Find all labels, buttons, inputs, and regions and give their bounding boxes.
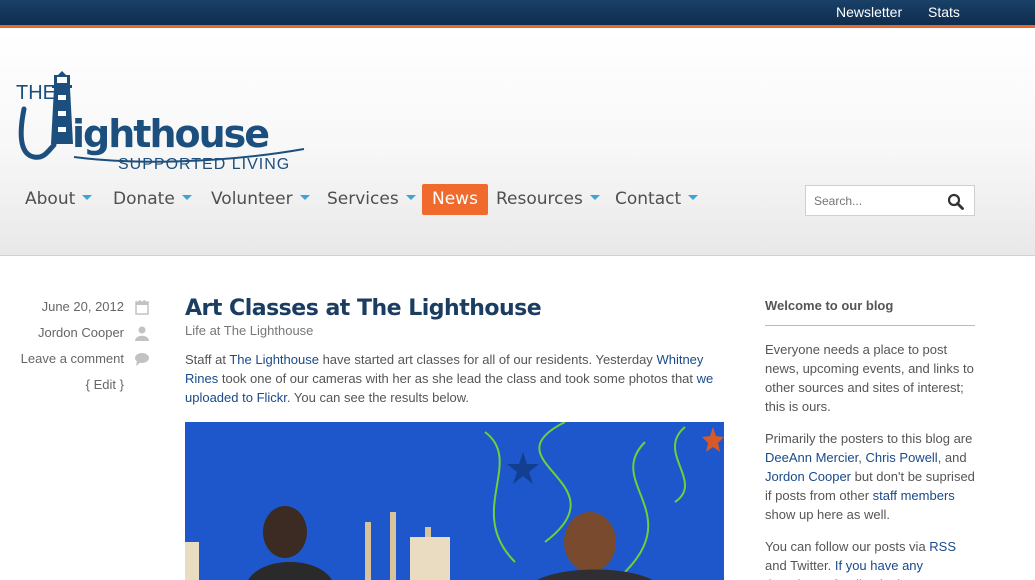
post-body: Staff at The Lighthouse have started art… xyxy=(185,350,725,407)
leave-comment-link[interactable]: Leave a comment xyxy=(21,351,124,366)
nav-item-label: Volunteer xyxy=(211,189,293,209)
sidebar-follow: You can follow our posts via RSS and Twi… xyxy=(765,537,975,580)
search-icon[interactable] xyxy=(947,193,964,210)
nav-item-services[interactable]: Services xyxy=(327,184,416,215)
nav-item-label: Services xyxy=(327,189,399,209)
nav-item-label: Resources xyxy=(496,189,583,209)
jordon-cooper-link[interactable]: Jordon Cooper xyxy=(765,469,851,484)
search-input[interactable] xyxy=(806,186,936,215)
svg-text:THE: THE xyxy=(16,82,56,104)
nav-item-label: News xyxy=(432,189,478,209)
post-photo[interactable] xyxy=(185,422,724,580)
post-title[interactable]: Art Classes at The Lighthouse xyxy=(185,296,542,321)
nav-item-news[interactable]: News xyxy=(422,184,488,215)
body-text: have started art classes for all of our … xyxy=(318,352,657,367)
edit-link[interactable]: Edit xyxy=(94,377,116,392)
comment-icon xyxy=(135,353,149,366)
nav-item-donate[interactable]: Donate xyxy=(113,184,192,215)
sidebar: Welcome to our blog Everyone needs a pla… xyxy=(765,296,975,580)
chevron-down-icon xyxy=(589,194,600,200)
lighthouse-link[interactable]: The Lighthouse xyxy=(229,352,319,367)
edit-brace-open: { xyxy=(85,377,94,392)
body-text: took one of our cameras with her as she … xyxy=(218,371,697,386)
chevron-down-icon xyxy=(405,194,416,200)
site-header: THE ighthouse SUPPORTED LIVING About Don… xyxy=(0,31,1035,256)
nav-item-about[interactable]: About xyxy=(25,184,93,215)
edit-wrapper: { Edit } xyxy=(86,377,124,392)
sidebar-intro: Everyone needs a place to post news, upc… xyxy=(765,342,974,414)
nav-item-contact[interactable]: Contact xyxy=(615,184,699,215)
edit-brace-close: } xyxy=(116,377,124,392)
post-date: June 20, 2012 xyxy=(41,299,124,314)
art-class-photo xyxy=(185,422,724,580)
nav-item-label: Contact xyxy=(615,189,682,209)
site-logo[interactable]: THE ighthouse SUPPORTED LIVING xyxy=(14,69,314,173)
top-bar: Newsletter Stats xyxy=(0,0,1035,28)
lighthouse-logo-graphic: THE ighthouse SUPPORTED LIVING xyxy=(16,71,305,173)
calendar-icon xyxy=(135,300,149,315)
sidebar-text: show up here as well. xyxy=(765,507,891,522)
search-box xyxy=(805,185,975,216)
sidebar-text: Primarily the posters to this blog are xyxy=(765,431,973,446)
user-icon xyxy=(135,326,149,341)
nav-item-label: Donate xyxy=(113,189,175,209)
stats-link[interactable]: Stats xyxy=(928,4,960,20)
svg-text:SUPPORTED LIVING: SUPPORTED LIVING xyxy=(118,156,290,173)
chevron-down-icon xyxy=(181,194,192,200)
nav-item-resources[interactable]: Resources xyxy=(496,184,600,215)
nav-item-volunteer[interactable]: Volunteer xyxy=(211,184,310,215)
body-text: Staff at xyxy=(185,352,230,367)
deeann-mercier-link[interactable]: DeeAnn Mercier xyxy=(765,450,858,465)
chris-powell-link[interactable]: Chris Powell xyxy=(865,450,937,465)
sidebar-heading: Welcome to our blog xyxy=(765,296,975,326)
sidebar-text: and Twitter. xyxy=(765,558,835,573)
post-author[interactable]: Jordon Cooper xyxy=(38,325,124,340)
nav-item-label: About xyxy=(25,189,76,209)
sidebar-text: , and xyxy=(937,450,967,465)
sidebar-text: You can follow our posts via xyxy=(765,539,930,554)
body-text: . You can see the results below. xyxy=(286,390,470,405)
sidebar-posters: Primarily the posters to this blog are D… xyxy=(765,429,975,524)
chevron-down-icon xyxy=(688,194,699,200)
chevron-down-icon xyxy=(299,194,310,200)
rss-link[interactable]: RSS xyxy=(929,539,956,554)
staff-members-link[interactable]: staff members xyxy=(873,488,955,503)
post-category[interactable]: Life at The Lighthouse xyxy=(185,323,313,338)
chevron-down-icon xyxy=(82,194,93,200)
svg-text:ighthouse: ighthouse xyxy=(72,112,268,156)
newsletter-link[interactable]: Newsletter xyxy=(836,4,902,20)
